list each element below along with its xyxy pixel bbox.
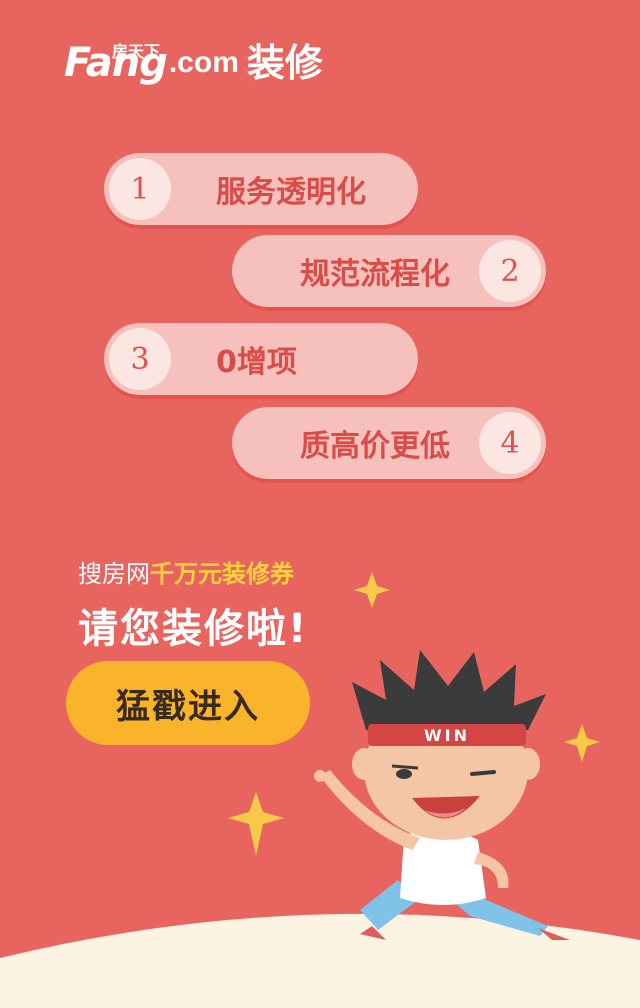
mascot [314,650,570,940]
star-icon [228,792,284,856]
star-icon [354,572,390,608]
headband-text: WIN [424,726,470,745]
star-icon [564,724,600,762]
illustration-layer [0,572,640,1008]
